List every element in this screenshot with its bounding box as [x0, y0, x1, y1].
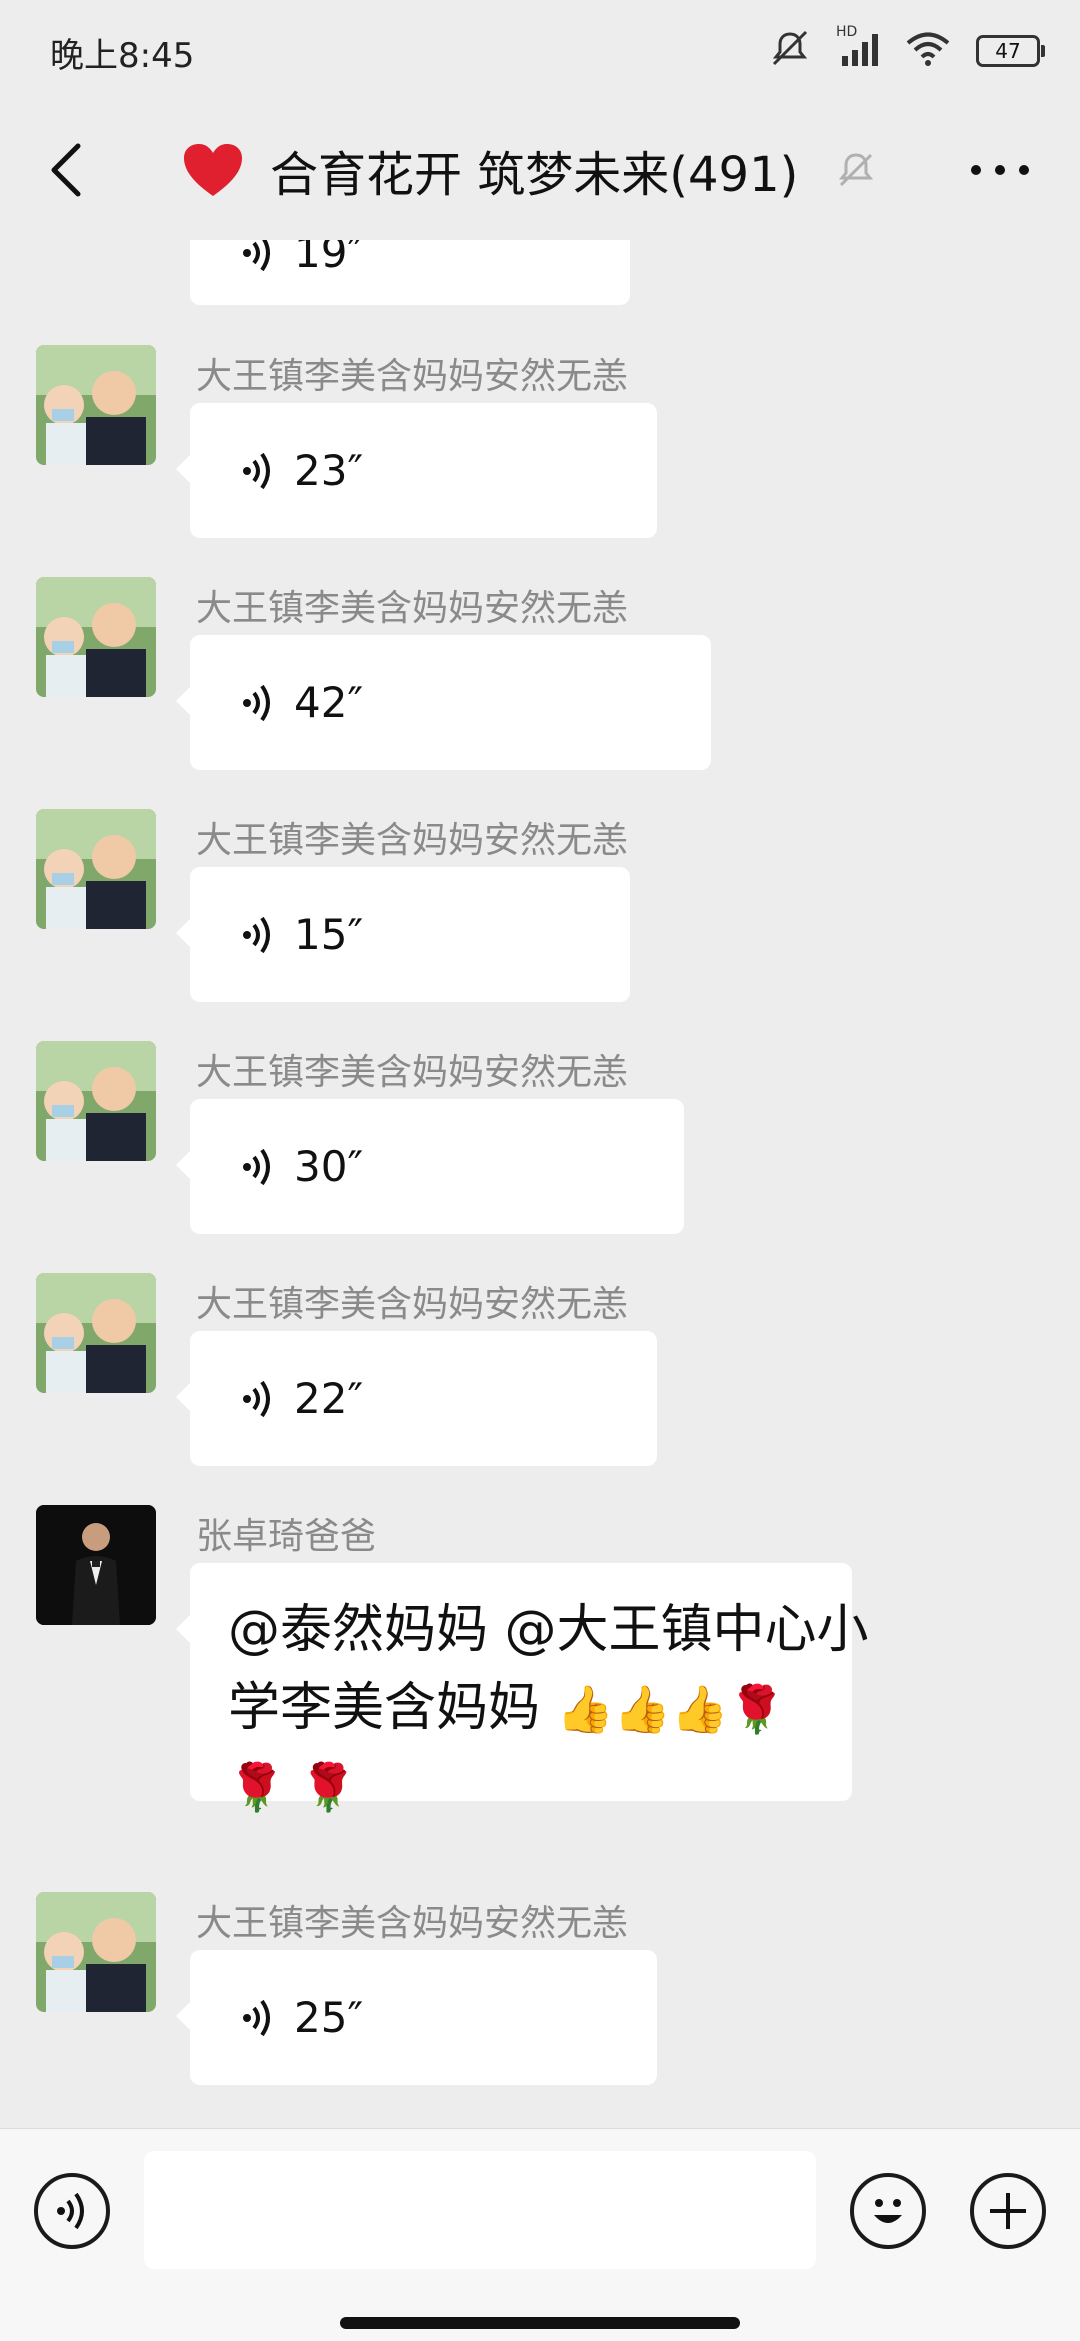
hd-label: HD: [836, 24, 858, 40]
message-emojis: 👍👍👍🌹: [556, 1682, 786, 1736]
message-line: @泰然妈妈 @大王镇中心小: [228, 1600, 869, 1660]
chat-title: 合育花开 筑梦未来(491): [270, 147, 799, 203]
voice-duration: 23″: [294, 446, 364, 495]
chat-messages[interactable]: 19″ 大王镇李美含妈妈安然无恙 23″ 大王镇李美含妈妈安然无恙 42″ 大王…: [0, 240, 1080, 2128]
plus-icon: [990, 2193, 1026, 2229]
sender-name: 大王镇李美含妈妈安然无恙: [196, 1903, 629, 1944]
status-bar: 晚上8:45 HD 47: [0, 0, 1080, 105]
back-icon: [51, 143, 81, 197]
sender-name: 大王镇李美含妈妈安然无恙: [196, 1284, 629, 1325]
voice-duration: 42″: [294, 678, 364, 727]
voice-duration: 30″: [294, 1142, 364, 1191]
battery-indicator: 47: [976, 35, 1045, 67]
avatar[interactable]: [36, 1041, 156, 1161]
voice-wave-icon: [243, 1999, 270, 2036]
message-input[interactable]: [144, 2151, 816, 2269]
avatar[interactable]: [36, 345, 156, 465]
mute-bell-icon: [832, 146, 880, 194]
input-bar: [0, 2128, 1080, 2341]
voice-wave-icon: [243, 240, 270, 271]
voice-wave-icon: [243, 1148, 270, 1185]
voice-input-button[interactable]: [34, 2173, 110, 2249]
plus-button[interactable]: [970, 2173, 1046, 2249]
avatar[interactable]: [36, 577, 156, 697]
header-title-group: 合育花开 筑梦未来(491): [180, 135, 880, 205]
voice-message-bubble[interactable]: 23″: [176, 403, 657, 538]
voice-message-bubble[interactable]: 15″: [176, 867, 630, 1002]
voice-wave-icon: [243, 452, 270, 489]
voice-input-icon: [57, 2192, 84, 2230]
message-text: 学李美含妈妈: [228, 1678, 557, 1738]
voice-wave-icon: [243, 916, 270, 953]
sender-name: 张卓琦爸爸: [196, 1516, 377, 1557]
avatar[interactable]: [36, 809, 156, 929]
more-options-button[interactable]: [960, 135, 1040, 205]
text-message-bubble[interactable]: @泰然妈妈 @大王镇中心小 学李美含妈妈 👍👍👍🌹 🌹 🌹: [176, 1563, 869, 1814]
voice-message-bubble[interactable]: 25″: [176, 1950, 657, 2085]
voice-message-bubble[interactable]: 30″: [176, 1099, 684, 1234]
voice-message-bubble[interactable]: 22″: [176, 1331, 657, 1466]
sender-name: 大王镇李美含妈妈安然无恙: [196, 820, 629, 861]
back-button[interactable]: [36, 135, 96, 205]
home-indicator: [340, 2317, 740, 2329]
voice-duration: 19″: [294, 240, 364, 277]
avatar[interactable]: [36, 1892, 156, 2012]
voice-wave-icon: [243, 1380, 270, 1417]
status-icons: HD 47: [770, 24, 1045, 72]
chat-header: 合育花开 筑梦未来(491): [0, 105, 1080, 240]
sender-name: 大王镇李美含妈妈安然无恙: [196, 1052, 629, 1093]
voice-message-bubble[interactable]: 19″: [190, 240, 630, 305]
voice-wave-icon: [243, 684, 270, 721]
avatar[interactable]: [36, 1273, 156, 1393]
voice-duration: 22″: [294, 1374, 364, 1423]
signal-icon: HD: [836, 24, 880, 70]
sender-name: 大王镇李美含妈妈安然无恙: [196, 588, 629, 629]
mute-icon: [770, 30, 810, 72]
message-line: 🌹 🌹: [228, 1760, 358, 1814]
more-icon: [971, 165, 1029, 175]
voice-message-bubble[interactable]: 42″: [176, 635, 711, 770]
avatar[interactable]: [36, 1505, 156, 1625]
voice-duration: 15″: [294, 910, 364, 959]
message-line: 学李美含妈妈 👍👍👍🌹: [228, 1669, 814, 1748]
voice-duration: 25″: [294, 1993, 364, 2042]
emoji-button[interactable]: [850, 2173, 926, 2249]
status-time: 晚上8:45: [50, 36, 195, 76]
wifi-icon: [906, 32, 950, 70]
emoji-icon: [874, 2199, 902, 2223]
heart-icon: [180, 137, 246, 203]
sender-name: 大王镇李美含妈妈安然无恙: [196, 356, 629, 397]
